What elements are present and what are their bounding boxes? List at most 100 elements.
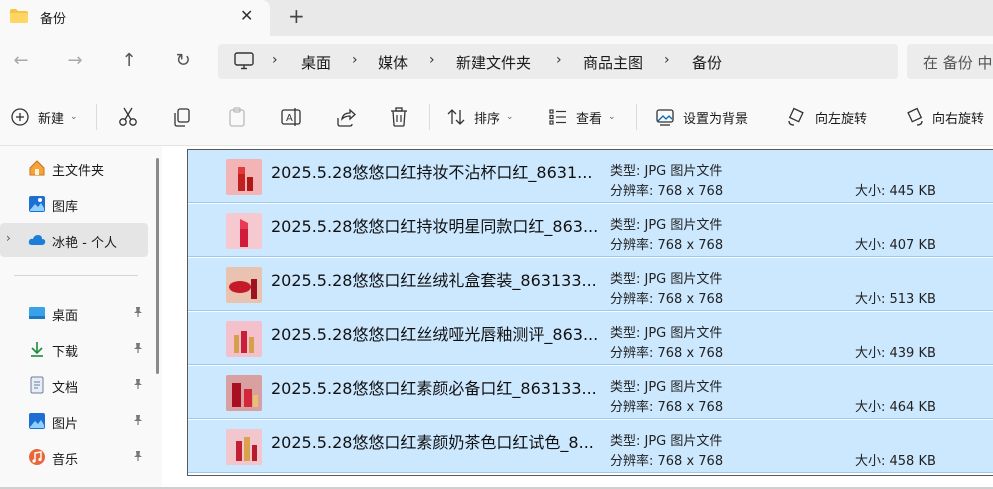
chevron-down-icon: ⌄ [506,112,514,122]
command-bar: 新建 ⌄ A 排序 ⌄ 查看 ⌄ 设置为背景 向左旋转 向右旋转 [0,88,993,146]
pin-icon[interactable] [132,378,144,390]
close-tab-button[interactable]: ✕ [240,6,253,25]
rotate-right-label: 向右旋转 [932,111,985,127]
download-icon [31,342,43,357]
rotate-left-icon [788,107,804,126]
breadcrumb-media[interactable]: 媒体 [378,52,408,73]
svg-text:A: A [286,113,293,124]
breadcrumb-new-folder[interactable]: 新建文件夹 [456,52,531,73]
back-button[interactable]: ← [10,50,32,72]
breadcrumb-backup[interactable]: 备份 [692,52,722,73]
delete-icon[interactable] [388,106,410,128]
computer-icon [234,52,254,70]
copy-icon[interactable] [171,106,193,128]
rotate-left-button[interactable]: 向左旋转 [787,106,867,128]
sidebar-item-label: 音乐 [52,453,79,468]
sidebar-item-home[interactable]: 主文件夹 [0,151,148,185]
up-button[interactable]: ↑ [118,50,140,72]
file-name: 2025.5.28悠悠口红素颜必备口红_863133... [271,379,597,398]
pin-icon[interactable] [132,414,144,426]
breadcrumb-separator: › [429,52,435,68]
set-as-background-button[interactable]: 设置为背景 [655,106,748,128]
share-icon[interactable] [334,106,356,128]
chevron-down-icon: ⌄ [608,112,616,122]
rotate-right-button[interactable]: 向右旋转 [904,106,984,128]
tab-title: 备份 [40,12,67,27]
cut-icon[interactable] [117,106,139,128]
view-button[interactable]: 查看 ⌄ [548,106,616,128]
folder-icon [10,9,28,23]
plus-circle-icon [11,108,29,126]
image-thumbnail [226,159,262,195]
file-size: 大小: 445 KB [855,184,936,199]
sidebar-item-label: 图库 [52,200,79,215]
file-list-area: 2025.5.28悠悠口红持妆不沾杯口红_8631... 类型: JPG 图片文… [162,146,993,489]
desktop-icon [29,307,45,319]
gallery-icon [29,196,45,212]
file-row[interactable]: 2025.5.28悠悠口红持妆不沾杯口红_8631... 类型: JPG 图片文… [188,150,993,203]
search-placeholder: 在 备份 中 [923,54,993,72]
set-as-background-label: 设置为背景 [683,111,749,127]
view-list-icon [549,109,566,125]
sort-button[interactable]: 排序 ⌄ [446,106,514,128]
sidebar-item-downloads[interactable]: 下载 [0,332,148,366]
file-type: 类型: JPG 图片文件 [610,434,723,449]
chevron-down-icon: ⌄ [70,112,78,122]
forward-button[interactable]: → [64,50,86,72]
sidebar-item-onedrive[interactable]: › 冰艳 - 个人 [0,223,148,257]
file-row[interactable]: 2025.5.28悠悠口红持妆明星同款口红_863... 类型: JPG 图片文… [188,204,993,257]
file-resolution: 分辨率: 768 x 768 [610,346,724,361]
file-list: 2025.5.28悠悠口红持妆不沾杯口红_8631... 类型: JPG 图片文… [187,149,993,476]
sort-icon [447,109,465,125]
file-type: 类型: JPG 图片文件 [610,272,723,287]
navigation-bar: ← → ↑ ↻ › 桌面 › 媒体 › 新建文件夹 › 商品主图 › 备份 在 … [0,36,993,88]
sidebar-item-label: 文档 [52,381,79,396]
pin-icon[interactable] [132,306,144,318]
file-size: 大小: 439 KB [855,346,936,361]
tab-backup[interactable]: 备份 ✕ [0,0,270,36]
file-name: 2025.5.28悠悠口红丝绒哑光唇釉测评_863... [271,325,599,344]
search-box[interactable]: 在 备份 中 [907,44,993,79]
rename-icon[interactable]: A [280,106,302,128]
sidebar-item-label: 图片 [52,417,79,432]
pin-icon[interactable] [132,450,144,462]
music-icon [29,449,45,465]
onedrive-cloud-icon [28,235,46,245]
sidebar-item-gallery[interactable]: 图库 [0,187,148,221]
breadcrumb-product-images[interactable]: 商品主图 [583,52,643,73]
image-thumbnail [226,429,262,465]
paste-icon[interactable] [226,106,248,128]
sidebar-item-label: 下载 [52,345,79,360]
file-row[interactable]: 2025.5.28悠悠口红素颜必备口红_863133... 类型: JPG 图片… [188,366,993,419]
image-thumbnail [226,267,262,303]
wallpaper-icon [656,109,674,126]
pin-icon[interactable] [132,342,144,354]
sidebar-divider [14,275,138,276]
sidebar-scrollbar[interactable] [156,158,159,374]
breadcrumb-desktop[interactable]: 桌面 [301,52,331,73]
new-button[interactable]: 新建 ⌄ [10,106,78,128]
file-row[interactable]: 2025.5.28悠悠口红丝绒哑光唇釉测评_863... 类型: JPG 图片文… [188,312,993,365]
sidebar-item-label: 主文件夹 [52,164,105,179]
tab-strip: 备份 ✕ + [0,0,993,36]
file-name: 2025.5.28悠悠口红持妆明星同款口红_863... [271,217,599,236]
file-resolution: 分辨率: 768 x 768 [610,400,724,415]
new-tab-button[interactable]: + [288,4,305,28]
expand-chevron-icon[interactable]: › [6,231,11,245]
view-label: 查看 [576,111,603,127]
rotate-right-icon [907,107,923,126]
breadcrumb-separator: › [556,52,562,68]
file-row[interactable]: 2025.5.28悠悠口红素颜奶茶色口红试色_8... 类型: JPG 图片文件… [188,420,993,473]
sidebar-item-documents[interactable]: 文档 [0,368,148,402]
file-name: 2025.5.28悠悠口红素颜奶茶色口红试色_8... [271,433,594,452]
refresh-button[interactable]: ↻ [172,50,194,72]
sidebar-item-music[interactable]: 音乐 [0,440,148,474]
file-size: 大小: 513 KB [855,292,936,307]
new-label: 新建 [38,111,65,127]
address-bar[interactable]: › 桌面 › 媒体 › 新建文件夹 › 商品主图 › 备份 [218,44,898,79]
home-icon [29,160,45,176]
file-row[interactable]: 2025.5.28悠悠口红丝绒礼盒套装_863133... 类型: JPG 图片… [188,258,993,311]
sidebar-item-desktop[interactable]: 桌面 [0,296,148,330]
sidebar-item-pictures[interactable]: 图片 [0,404,148,438]
toolbar-divider [636,104,637,130]
